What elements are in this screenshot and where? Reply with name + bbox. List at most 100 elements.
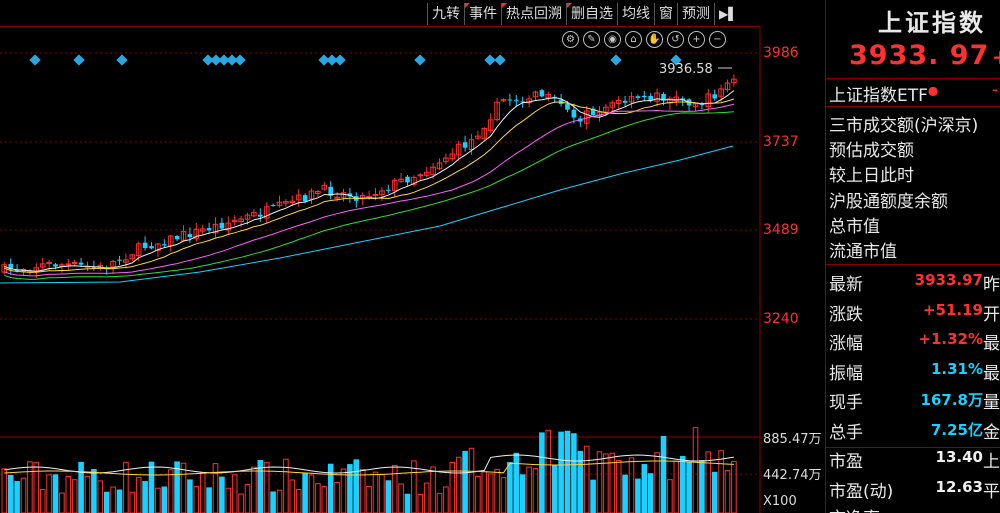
etf-label: 上证指数ETF — [829, 86, 928, 106]
candle-body — [539, 90, 545, 97]
volume-bar — [615, 460, 622, 513]
volume-bar — [212, 463, 219, 513]
candle-body — [462, 142, 468, 148]
volume-axis-label: 442.74万 — [763, 468, 822, 483]
quote-row: 市盈(动) 12.63 平 — [826, 473, 1000, 502]
volume-bar — [199, 472, 206, 513]
event-marker-icon — [610, 54, 622, 66]
volume-axis-label: 885.47万 — [763, 432, 822, 447]
volume-bar — [558, 431, 564, 513]
etf-link[interactable]: 上证指数ETF● — [829, 81, 938, 106]
candle-body — [334, 196, 340, 199]
volume-bar — [46, 474, 52, 513]
volume-bar — [462, 450, 468, 513]
volume-multiplier: X100 — [763, 494, 797, 509]
info-total-market-cap: 总市值 — [829, 217, 880, 237]
volume-bar — [353, 459, 360, 513]
price-axis-label: 3240 — [763, 311, 799, 327]
candle-body — [712, 94, 717, 99]
volume-bar — [155, 487, 161, 513]
volume-bar — [449, 461, 456, 513]
ma10-line — [4, 98, 735, 273]
volume-bar — [379, 474, 385, 513]
quote-value: 7.25亿 — [930, 420, 983, 439]
kline-chart-panel[interactable]: 九转 事件 热点回溯 删自选 均线窗预测 ▶▌ ⚙ ✎ ◉ ⌂ ✋ ↺ + − 3936.58 3986… — [0, 0, 825, 513]
quote-row: 现手 167.8万量 — [826, 384, 1000, 413]
volume-bar — [423, 482, 430, 513]
quote-label: 涨跌 — [829, 304, 863, 325]
volume-bar — [647, 473, 654, 513]
volume-bar — [315, 483, 321, 513]
volume-bar — [551, 465, 558, 513]
candle-body — [142, 242, 148, 249]
volume-bar — [481, 471, 488, 513]
volume-bar — [539, 432, 545, 513]
volume-bar — [27, 461, 33, 513]
event-marker-icon — [484, 54, 496, 66]
volume-bar — [142, 481, 148, 513]
volume-bar — [321, 486, 328, 513]
volume-bar — [225, 487, 232, 513]
ma60-line — [0, 145, 734, 284]
volume-bar — [135, 476, 142, 513]
volume-bar — [231, 474, 238, 513]
volume-bar — [14, 481, 20, 513]
volume-bar — [174, 461, 180, 513]
volume-bar — [500, 477, 507, 513]
quote-label: 最新 — [829, 275, 863, 295]
ma20-line — [4, 103, 735, 277]
volume-bar — [334, 481, 340, 513]
quote-label: 市盈(动) — [829, 481, 894, 502]
volume-bar — [699, 460, 705, 513]
volume-bar — [39, 489, 46, 513]
quote-label-partial: 开 — [983, 304, 1000, 325]
quote-label-partial: 量 — [983, 393, 1000, 413]
volume-bar — [596, 451, 603, 513]
candle-body — [65, 263, 72, 266]
volume-bar — [1, 468, 8, 513]
volume-bar — [590, 479, 596, 513]
event-marker-icon — [73, 54, 85, 66]
index-price: 3933. 97 — [849, 40, 990, 71]
volume-bar — [206, 487, 212, 513]
volume-bar — [270, 491, 276, 513]
price-axis-label: 3737 — [763, 134, 799, 150]
candlestick-chart[interactable]: 3936.58 — [0, 0, 825, 513]
volume-bar — [238, 493, 244, 513]
quote-value: +1.32% — [918, 330, 983, 348]
volume-bar — [78, 461, 84, 513]
volume-bar — [91, 469, 97, 513]
event-marker-icon — [116, 54, 128, 66]
volume-bar — [564, 430, 571, 513]
quote-row: 总手 7.25亿金 — [826, 414, 1000, 443]
volume-bar — [635, 478, 641, 513]
quote-side-panel: 上证指数 3933. 97 + 上证指数ETF● - 三市成交额(沪深京) 预估… — [826, 0, 1000, 513]
volume-bar — [455, 456, 462, 513]
quote-label-partial: 上 — [983, 452, 1000, 472]
volume-bar — [513, 452, 520, 513]
divider — [826, 106, 1000, 107]
quote-label-partial: 最 — [983, 334, 1000, 354]
volume-bar — [244, 484, 251, 513]
candle-body — [302, 195, 308, 202]
divider — [826, 78, 1000, 79]
volume-bar — [7, 474, 14, 513]
volume-bar — [628, 457, 635, 513]
volume-bar — [532, 468, 539, 513]
quote-label: 振幅 — [829, 363, 863, 384]
volume-bar — [308, 474, 315, 513]
quote-value: 167.8万 — [920, 391, 983, 409]
volume-bar — [263, 462, 270, 513]
candle-body — [258, 214, 263, 217]
candle-body — [206, 228, 212, 231]
volume-bar — [116, 489, 123, 513]
volume-bar — [20, 477, 27, 513]
candle-body — [635, 96, 641, 98]
quote-label: 现手 — [829, 393, 863, 413]
volume-bar — [187, 479, 193, 513]
candle-body — [386, 189, 391, 191]
candle-body — [417, 174, 424, 177]
event-marker-icon — [234, 54, 246, 66]
quote-label-partial: 平 — [983, 481, 1000, 502]
volume-bar — [487, 473, 494, 513]
